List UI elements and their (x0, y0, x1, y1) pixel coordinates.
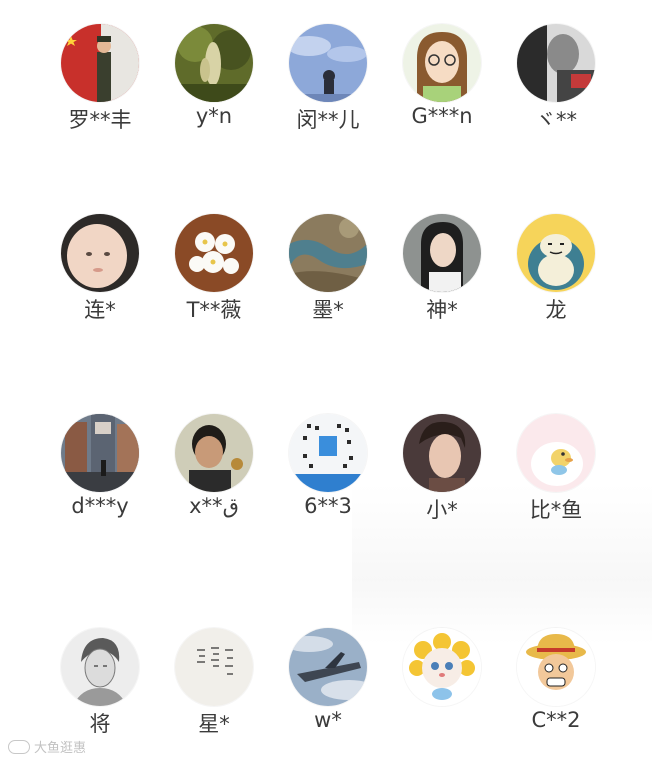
watermark: 大鱼逛惠 (8, 737, 86, 756)
member-item[interactable]: d***y (50, 414, 150, 534)
member-item[interactable]: 6**3 (278, 414, 378, 534)
member-name: 龙 (545, 298, 567, 322)
white-flowers-avatar[interactable] (175, 214, 253, 292)
member-item[interactable]: 连* (50, 214, 150, 334)
illustrated-man-avatar[interactable] (403, 414, 481, 492)
member-item[interactable]: x**ق (164, 414, 264, 534)
member-item[interactable]: y*n (164, 24, 264, 144)
member-name: x**ق (189, 494, 239, 518)
monochrome-photo-avatar[interactable] (517, 24, 595, 102)
member-item[interactable]: ヾ** (506, 24, 606, 144)
member-name: 闵**儿 (296, 108, 360, 132)
cat-sunflower-avatar[interactable] (403, 628, 481, 706)
member-item[interactable]: 比*鱼 (506, 414, 606, 534)
qr-code-service-avatar[interactable] (289, 414, 367, 492)
member-item[interactable]: 星* (164, 628, 264, 748)
member-item[interactable]: 罗**丰 (50, 24, 150, 144)
cute-bird-pink-avatar[interactable] (517, 414, 595, 492)
fish-logo-icon (8, 739, 30, 754)
handwritten-note-avatar[interactable] (175, 628, 253, 706)
member-item[interactable]: 将 (50, 628, 150, 748)
member-name: w* (314, 708, 342, 732)
soldier-flag-avatar[interactable] (61, 24, 139, 102)
member-name: 6**3 (304, 494, 352, 518)
airplane-sky-avatar[interactable] (289, 628, 367, 706)
member-name: C**2 (531, 708, 581, 732)
member-name: 墨* (312, 298, 344, 322)
member-name: 将 (89, 712, 111, 736)
member-item[interactable]: G***n (392, 24, 492, 144)
member-item[interactable]: 小* (392, 414, 492, 534)
cartoon-girl-glasses-avatar[interactable] (403, 24, 481, 102)
member-item[interactable]: 闵**儿 (278, 24, 378, 144)
member-item[interactable]: 墨* (278, 214, 378, 334)
member-name: 比*鱼 (529, 498, 583, 522)
member-item[interactable]: w* (278, 628, 378, 748)
luffy-cartoon-avatar[interactable] (517, 628, 595, 706)
snorlax-avatar[interactable] (517, 214, 595, 292)
member-grid: 罗**丰 y*n 闵**儿 G***n ヾ** 连* T**薇 墨* 神* 龙 … (0, 0, 652, 764)
watermark-text: 大鱼逛惠 (34, 741, 87, 756)
member-name: T**薇 (186, 298, 242, 322)
sketch-portrait-avatar[interactable] (61, 628, 139, 706)
baby-face-avatar[interactable] (61, 214, 139, 292)
member-name: G***n (411, 104, 473, 128)
member-name: 星* (198, 712, 230, 736)
member-item[interactable]: 龙 (506, 214, 606, 334)
member-item[interactable]: T**薇 (164, 214, 264, 334)
member-name: ヾ** (535, 108, 577, 132)
member-name: 小* (426, 498, 458, 522)
person-selfie-avatar[interactable] (403, 214, 481, 292)
member-name: 连* (84, 298, 116, 322)
member-name: 罗**丰 (68, 108, 132, 132)
aerial-landscape-avatar[interactable] (289, 214, 367, 292)
member-name: y*n (195, 104, 233, 128)
blue-sky-figure-avatar[interactable] (289, 24, 367, 102)
green-plant-avatar[interactable] (175, 24, 253, 102)
member-item[interactable]: C**2 (506, 628, 606, 748)
city-street-avatar[interactable] (61, 414, 139, 492)
member-item[interactable]: 神* (392, 214, 492, 334)
member-item[interactable] (392, 628, 492, 748)
young-man-avatar[interactable] (175, 414, 253, 492)
member-name: 神* (426, 298, 458, 322)
member-name: d***y (71, 494, 129, 518)
